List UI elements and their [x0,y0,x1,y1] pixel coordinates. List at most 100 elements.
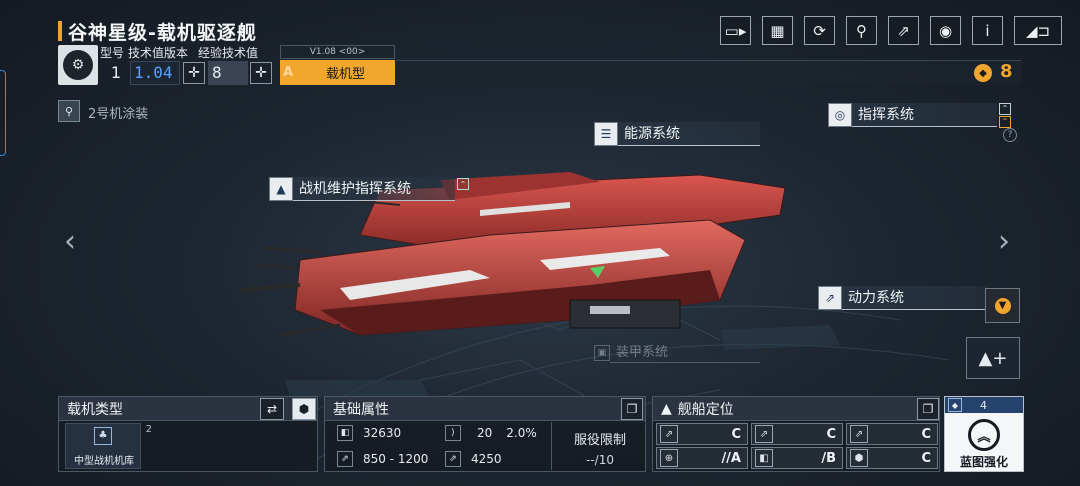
exp-tech-label: 经验技术值 [198,46,259,60]
system-fighter-maintenance[interactable]: ▲ 战机维护指挥系统 ⌃ [269,176,469,202]
dropdown-toggle[interactable]: ▼ [985,288,1020,323]
title-accent [58,21,62,41]
basic-attributes-panel: 基础属性 ❐ ◧ 32630 ⟩ 20 2.0% ⇗ 850 - 1200 ⇗ … [324,396,646,472]
basic-attributes-title: 基础属性 [333,401,389,418]
model-value: 1 [110,63,122,82]
armor-icon: ⟩ [445,425,461,441]
role-assault-icon: ⇗ [755,425,773,443]
fuel-stat: ⇗ 4250 [445,451,502,467]
role-grade: C [921,450,931,466]
page-title: 谷神星级-载机驱逐舰 [68,21,257,44]
role-tile[interactable]: ⇗ C [656,423,748,445]
command-system-label: 指挥系统 [852,103,997,127]
exp-tech-plus-button[interactable]: ✛ [250,62,272,84]
blueprint-level: 4 [980,398,987,412]
fuel-value: 4250 [471,452,502,466]
speed-icon: ⇗ [337,451,353,467]
command-cost-icon: ◆ [974,64,992,82]
paint-roller-icon[interactable]: ⚲ [58,100,80,122]
role-antiair-icon: ⊕ [660,449,678,467]
tech-version-value: 1.04 [130,61,180,85]
role-tile[interactable]: ⇗ C [846,423,938,445]
prev-ship-arrow-icon[interactable]: ‹ [64,224,76,259]
fighter-squad-icon: ▲ [269,177,293,201]
system-power[interactable]: ⇗ 动力系统 [818,285,987,311]
system-energy[interactable]: ☰ 能源系统 [594,121,760,147]
blueprint-level-bar: ◆ 4 [945,397,1023,413]
command-system-icon: ◎ [828,103,852,127]
camera-icon[interactable]: ▭▸ [720,16,751,45]
paint-label[interactable]: 2号机涂装 [88,103,148,122]
armor-percent: 2.0% [506,426,537,440]
tech-version-label: 技术值版本 [128,46,189,60]
top-toolbar: ▭▸ ▦ ⟳ ⚲ ⇗ ◉ i ◢⊐ [720,16,1062,45]
expand-icon[interactable]: ❐ [621,398,643,420]
armor-system-label: 装甲系统 [610,343,760,363]
tech-version-plus-button[interactable]: ✛ [183,62,205,84]
system-armor[interactable]: ▣ 装甲系统 [594,343,760,363]
paint-icon[interactable]: ⚲ [846,16,877,45]
enhance-chevrons-icon: ︽ [968,419,1000,451]
role-tile[interactable]: ◧ /B [751,447,843,469]
role-tile[interactable]: ⬢ C [846,447,938,469]
upgrade-hex-icon[interactable]: ⬢ [292,398,316,420]
role-tile[interactable]: ⊕ //A [656,447,748,469]
energy-system-label: 能源系统 [618,122,760,146]
chevron-up-accent-icon: ⌃ [999,115,1011,128]
role-grade: /B [821,450,836,466]
share-icon[interactable]: ⇗ [888,16,919,45]
fuel-icon: ⇗ [445,451,461,467]
ship-info-labels: 型号 技术值版本 经验技术值 [100,44,258,61]
model-label: 型号 [100,46,125,60]
role-defense-icon: ◧ [755,449,773,467]
expand-icon[interactable]: ❐ [917,398,939,420]
view-icon[interactable]: ◉ [930,16,961,45]
aircraft-type-panel: 载机类型 ⇄ ⬢ ♣ 2 中型战机机库 [58,396,318,472]
header-strip [396,60,1021,85]
hp-shield-icon: ◧ [337,425,353,441]
hangar-label: 中型战机机库 [74,456,134,467]
chevron-down-icon: ▼ [994,297,1011,314]
next-ship-arrow-icon[interactable]: › [998,224,1010,259]
hangar-slot[interactable]: ♣ 2 中型战机机库 [65,423,152,469]
role-attack-icon: ⇗ [660,425,678,443]
role-grade: C [921,426,931,442]
fighter-maintenance-label: 战机维护指挥系统 [293,177,455,201]
speed-value: 850 - 1200 [363,452,429,466]
role-tile[interactable]: ⇗ C [751,423,843,445]
positioning-header: ▲ 舰船定位 [653,397,939,421]
blueprint-icon[interactable]: ▦ [762,16,793,45]
power-system-label: 动力系统 [842,286,987,310]
ship-grade: A [282,65,294,80]
divider [551,422,552,470]
ship-gear-icon: ⚙ [63,50,93,80]
help-icon[interactable]: ? [1003,128,1017,142]
ship-type-bar: A 载机型 [280,60,395,85]
version-tag: V1.08 <00> [280,45,395,59]
add-squad-button[interactable]: ▲+ [966,337,1020,379]
speed-stat: ⇗ 850 - 1200 [337,451,428,467]
energy-system-icon: ☰ [594,122,618,146]
chevron-up-icon: ⌃ [999,102,1011,115]
role-siege-icon: ⇗ [850,425,868,443]
power-system-icon: ⇗ [818,286,842,310]
blueprint-enhance-button[interactable]: ◆ 4 ︽ 蓝图强化 [944,396,1024,472]
refresh-icon[interactable]: ⟳ [804,16,835,45]
ship-positioning-panel: ▲ 舰船定位 ❐ ⇗ C ⇗ C ⇗ C ⊕//A ◧/B ⬢ C [652,396,940,472]
swap-icon[interactable]: ⇄ [260,398,284,420]
hangar-icon: ♣ [94,427,112,445]
armor-shield-icon: ▣ [594,345,610,361]
info-icon[interactable]: i [972,16,1003,45]
role-grade: C [731,426,741,442]
hangar-count: 2 [145,424,152,435]
armor-value: 20 [477,426,493,440]
command-cost-value: 8 [1000,61,1013,82]
basic-attributes-header: 基础属性 [325,397,645,421]
service-limit-value: --/10 [586,453,614,467]
back-icon[interactable]: ◢⊐ [1014,16,1062,45]
side-drawer-handle[interactable] [0,70,6,156]
system-command[interactable]: ◎ 指挥系统 ⌃ ⌃ [828,102,1011,128]
armor-stat: ⟩ 20 2.0% [445,425,537,441]
role-support-icon: ⬢ [850,449,868,467]
hp-stat: ◧ 32630 [337,425,401,441]
